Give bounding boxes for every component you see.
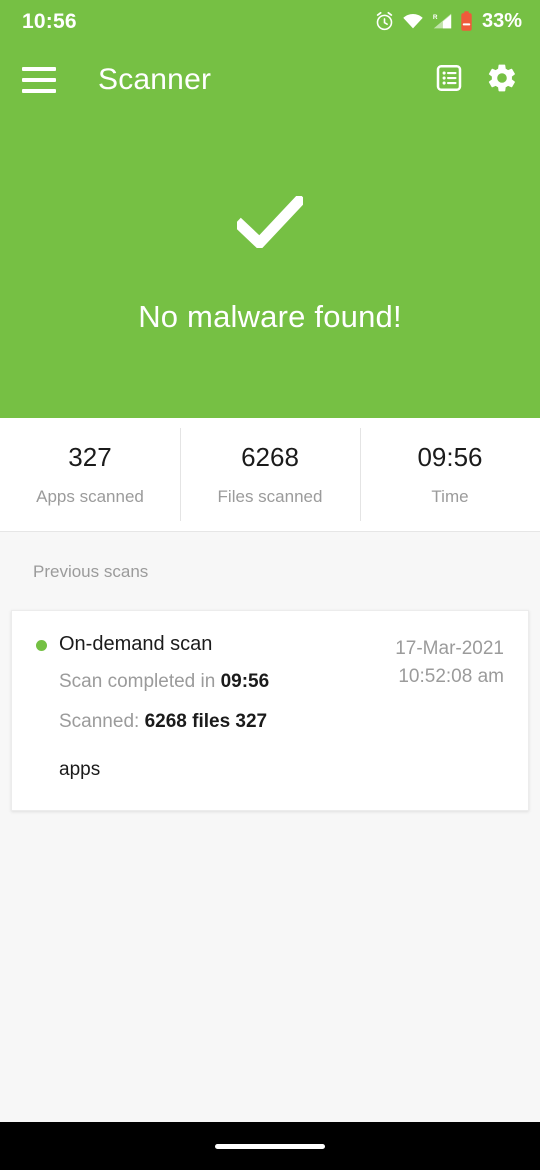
toolbar-actions	[434, 62, 540, 99]
scan-type-label: On-demand scan	[59, 633, 213, 655]
settings-gear-icon[interactable]	[486, 62, 518, 99]
stat-files-scanned: 6268 Files scanned	[180, 418, 360, 531]
svg-text:R: R	[433, 14, 438, 21]
scan-result-hero: No malware found!	[0, 112, 540, 418]
scan-result-message: No malware found!	[138, 298, 402, 334]
battery-low-icon	[460, 10, 473, 32]
stat-time: 09:56 Time	[360, 418, 540, 531]
list-item[interactable]: On-demand scan Scan completed in 09:56 S…	[11, 610, 529, 812]
scan-counts-suffix: apps	[59, 758, 101, 780]
alarm-icon	[374, 11, 395, 32]
scan-counts-value: 6268 files 327	[144, 711, 268, 733]
system-navigation-bar	[0, 1122, 540, 1170]
app-toolbar: Scanner	[0, 48, 540, 112]
stat-value: 09:56	[417, 442, 483, 472]
stat-label: Time	[431, 487, 469, 506]
header-green-area: 10:56 R 33% Scanner No malware found!	[0, 0, 540, 418]
scan-duration-value: 09:56	[220, 671, 270, 692]
scan-title-row: On-demand scan	[36, 633, 387, 656]
scan-timestamp: 17-Mar-2021 10:52:08 am	[395, 633, 504, 690]
wifi-icon	[402, 12, 424, 30]
scan-counts-prefix: Scanned:	[59, 711, 145, 733]
scan-duration-line: Scan completed in 09:56	[36, 667, 387, 696]
scan-log-icon[interactable]	[434, 63, 464, 98]
cellular-signal-roaming-icon: R	[431, 12, 453, 30]
stat-value: 327	[68, 442, 112, 472]
battery-percentage: 33%	[481, 9, 522, 32]
scan-stats-row: 327 Apps scanned 6268 Files scanned 09:5…	[0, 418, 540, 532]
scan-details: On-demand scan Scan completed in 09:56 S…	[36, 633, 395, 784]
scanner-app-screen: 10:56 R 33% Scanner No malware found! 32…	[0, 0, 540, 1170]
status-bar: 10:56 R 33%	[0, 0, 540, 42]
stat-label: Apps scanned	[36, 487, 144, 506]
status-bar-icons: R 33%	[374, 10, 522, 33]
previous-scans-heading: Previous scans	[33, 562, 149, 581]
scan-date: 17-Mar-2021	[395, 638, 504, 659]
stat-value: 6268	[241, 442, 299, 472]
scan-counts-suffix-line: apps	[36, 755, 387, 784]
status-dot-icon	[36, 640, 47, 651]
stat-apps-scanned: 327 Apps scanned	[0, 418, 180, 531]
checkmark-icon	[233, 192, 307, 253]
scan-duration-prefix: Scan completed in	[59, 671, 221, 692]
scan-time: 10:52:08 am	[398, 665, 504, 687]
home-gesture-pill[interactable]	[215, 1143, 325, 1149]
status-bar-clock: 10:56	[22, 9, 77, 33]
stat-label: Files scanned	[217, 487, 323, 506]
page-title: Scanner	[98, 63, 212, 96]
scan-counts-line: Scanned: 6268 files 327	[36, 707, 387, 736]
hamburger-menu-icon[interactable]	[22, 67, 56, 93]
